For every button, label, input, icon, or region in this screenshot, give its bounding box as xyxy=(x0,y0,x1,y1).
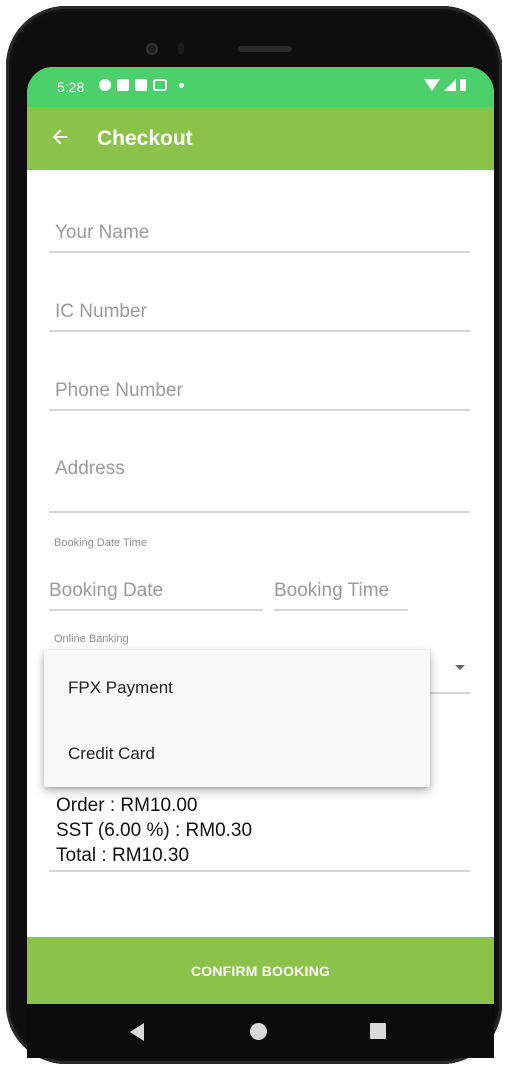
settings-icon xyxy=(99,79,111,91)
booking-datetime-label: Booking Date Time xyxy=(54,537,147,549)
battery-icon xyxy=(460,79,466,91)
address-field[interactable] xyxy=(49,451,470,513)
status-icons-left xyxy=(99,79,184,91)
notification-icon xyxy=(117,79,129,91)
wifi-icon xyxy=(424,79,440,91)
arrow-back-icon[interactable] xyxy=(49,126,71,148)
order-amount: Order : RM10.00 xyxy=(56,795,198,816)
nav-back-icon[interactable] xyxy=(130,1023,144,1041)
nav-recents-icon[interactable] xyxy=(370,1023,386,1039)
phone-number-field[interactable] xyxy=(49,373,470,411)
dropdown-option-fpx[interactable]: FPX Payment xyxy=(44,655,430,721)
ic-number-field[interactable] xyxy=(49,294,470,332)
earpiece-speaker xyxy=(238,46,292,52)
dot-icon xyxy=(179,82,184,88)
status-time: 5:28 xyxy=(57,79,85,95)
dropdown-option-credit-card[interactable]: Credit Card xyxy=(44,721,430,787)
booking-time-field[interactable] xyxy=(274,573,408,611)
proximity-sensor xyxy=(178,43,184,55)
payment-dropdown-menu: FPX Payment Credit Card xyxy=(44,650,430,787)
payment-method-label: Online Banking xyxy=(54,633,129,645)
sst-amount: SST (6.00 %) : RM0.30 xyxy=(56,820,253,841)
price-summary: Order : RM10.00 SST (6.00 %) : RM0.30 To… xyxy=(56,793,252,868)
summary-divider xyxy=(49,870,470,872)
dropdown-arrow-icon[interactable] xyxy=(455,665,465,670)
name-field[interactable] xyxy=(49,215,470,253)
nav-home-icon[interactable] xyxy=(250,1023,267,1040)
booking-date-field[interactable] xyxy=(49,573,263,611)
signal-icon xyxy=(444,79,456,91)
app-bar: Checkout xyxy=(27,107,494,170)
app-screen: 5:28 Checkout Booking Date Time Online B… xyxy=(27,67,494,1004)
total-amount: Total : RM10.30 xyxy=(56,845,190,866)
voicemail-icon xyxy=(153,79,167,91)
confirm-booking-button[interactable]: CONFIRM BOOKING xyxy=(27,937,494,1004)
status-bar: 5:28 xyxy=(27,67,494,107)
status-icons-right xyxy=(424,79,466,91)
front-camera xyxy=(146,43,158,55)
notification-icon xyxy=(135,79,147,91)
page-title: Checkout xyxy=(97,127,193,150)
system-nav-bar xyxy=(27,1004,494,1058)
